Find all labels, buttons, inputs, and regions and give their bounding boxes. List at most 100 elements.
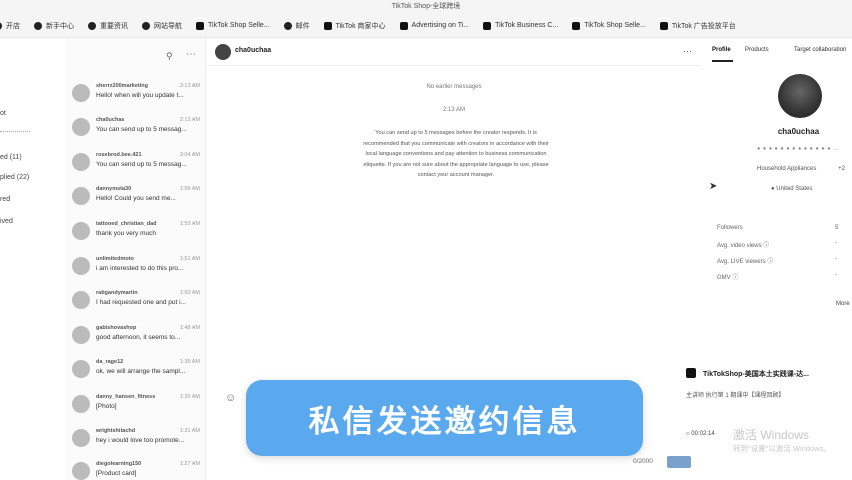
category-more[interactable]: +2 [838,166,845,172]
avatar [72,222,90,240]
stat-label-text: Avg. video views [717,243,762,249]
conversation-list: ⚲ ⋯ sherrz200marketing 2:13 AM Hello! when… [66,38,206,480]
bookmarks-bar: 开店 新手中心 重要资讯 网站导航 TikTok Shop Selle... 邮… [0,14,852,38]
bookmark-label: TikTok Shop Selle... [208,22,270,29]
nav-item[interactable]: ived [0,218,13,225]
conversation-preview: good afternoon, it seems to... [96,334,181,341]
conversation-time: 2:13 AM [179,117,200,123]
search-icon[interactable]: ⚲ [166,51,173,62]
category-label: Household Appliances [757,166,817,172]
tab-target-collaboration[interactable]: Target collaboration [794,47,846,53]
bookmark-item[interactable]: TikTok Business C... [483,21,558,30]
nav-item[interactable]: red [0,196,10,203]
tiktok-icon [659,21,668,30]
tiktok-icon [323,21,332,30]
video-time-text: 00:02:14 [691,431,715,437]
conversation-name: rosebrod.bee.421 [96,152,142,158]
conversation-name: diegolearning150 [96,461,142,467]
bookmark-item[interactable]: Advertising on Ti... [399,21,470,30]
stat-value: - [835,240,837,246]
avatar [72,187,90,205]
conversation-item[interactable]: unlimitedmoto 1:51 AM i am interested to d… [72,255,204,289]
conversation-preview: You can send up to 5 messag... [96,126,187,133]
more-icon[interactable]: ⋯ [186,49,197,60]
profile-tabs: Profile Products Target collaboration [701,38,852,62]
conversation-time: 1:48 AM [179,325,200,331]
bookmark-label: TikTok Shop Selle... [584,22,646,29]
conversation-preview: Hello! Could you send me... [96,195,176,202]
profile-handle: ● ● ● ● ● ● ● ● ● ● ● ● ● ... [757,146,840,152]
conversation-name: dannymsta30 [96,186,132,192]
more-link[interactable]: More [836,301,850,307]
bookmark-item[interactable]: 开店 [0,21,20,31]
profile-panel: Profile Products Target collaboration ch… [686,38,852,480]
bookmark-item[interactable]: 网站导航 [142,21,182,31]
tab-products[interactable]: Products [745,47,769,53]
stat-label-text: GMV [717,275,731,281]
chat-header: cha0uchaa ⋯ [207,38,701,66]
bookmark-label: 邮件 [295,22,310,30]
conversation-item[interactable]: gabishovashop 1:48 AM good afternoon, it s… [72,324,204,358]
stat-value: - [835,272,837,278]
nav-item[interactable]: plied (22) [0,174,29,181]
chat-contact-name: cha0uchaa [235,47,272,54]
avatar [72,84,90,102]
tab-profile[interactable]: Profile [712,47,731,53]
bookmark-item[interactable]: TikTok Shop Selle... [196,21,270,30]
mouse-cursor-icon: ➤ [709,181,718,192]
stat-label: Avg. LIVE viewers ⓘ [717,256,773,265]
conversation-preview: hey i would love too promote... [96,437,185,444]
conversation-item[interactable]: wrightshitachd 1:31 AM hey i would love to… [72,427,204,461]
location-label: United States [776,186,813,192]
bookmark-item[interactable]: TikTok 商家中心 [323,21,386,31]
video-card-title[interactable]: TikTokShop-美国本土实践课-达... [703,369,809,379]
stat-label: Followers [717,225,743,231]
conversation-name: wrightshitachd [96,428,136,434]
send-button[interactable] [667,456,691,468]
bookmark-item[interactable]: TikTok Shop Selle... [572,21,646,30]
conversation-time: 2:13 AM [179,83,200,89]
nav-item[interactable]: ed (11) [0,154,22,161]
conversation-item[interactable]: tattooed_christian_dad 1:53 AM thank you v… [72,220,204,254]
profile-category: Household Appliances +2 [757,166,845,172]
conversation-item[interactable]: da_rage12 1:35 AM ok, we will arrange the … [72,358,204,392]
no-earlier-messages: No earlier messages [426,84,482,90]
conversation-name: unlimitedmoto [96,256,134,262]
conversation-item[interactable]: danny_hansen_fitness 1:35 AM [Photo] [72,393,204,427]
conversation-item[interactable]: rosebrod.bee.421 2:04 AM You can send up t… [72,151,204,185]
nav-item[interactable]: ot [0,110,6,117]
conversation-item[interactable]: cha0uchas 2:13 AM You can send up to 5 mes… [72,116,204,150]
conversation-time: 1:56 AM [179,186,200,192]
conversation-time: 1:27 AM [179,461,200,467]
bookmark-item[interactable]: 邮件 [283,21,310,31]
avatar [72,326,90,344]
bookmark-item[interactable]: 新手中心 [34,21,74,31]
message-time: 2:13 AM [442,107,465,113]
avatar [215,44,231,60]
bookmark-item[interactable]: 重要资讯 [88,21,128,31]
left-nav: ot ed (11) plied (22) red ived [0,38,66,480]
bookmark-icon [88,21,96,30]
stat-value: - [835,256,837,262]
conversation-name: tattooed_christian_dad [96,221,157,227]
conversation-preview: [Photo] [96,403,117,410]
conversation-item[interactable]: ratigandymartin 1:50 AM I had requested on… [72,289,204,323]
bookmark-icon [34,21,42,30]
tiktok-icon [399,21,408,30]
avatar [72,291,90,309]
bookmark-item[interactable]: TikTok 广告投放平台 [659,21,736,31]
bookmark-label: TikTok 广告投放平台 [671,22,736,30]
conversation-item[interactable]: dannymsta30 1:56 AM Hello! Could you send … [72,185,204,219]
more-icon[interactable]: ⋯ [683,46,693,57]
emoji-icon[interactable]: ☺ [225,392,236,404]
conversation-name: ratigandymartin [96,290,138,296]
profile-name: cha0uchaa [777,127,820,136]
conversation-item[interactable]: sherrz200marketing 2:13 AM Hello! when wil… [72,82,204,116]
conversation-item[interactable]: diegolearning150 1:27 AM [Product card] [72,460,204,480]
stat-label: GMV ⓘ [717,272,738,281]
windows-activation-watermark: 激活 Windows [733,428,810,442]
bookmark-label: Advertising on Ti... [411,22,470,29]
conversation-time: 1:50 AM [179,290,200,296]
bookmark-label: 开店 [6,22,20,30]
tiktok-icon [686,368,696,378]
